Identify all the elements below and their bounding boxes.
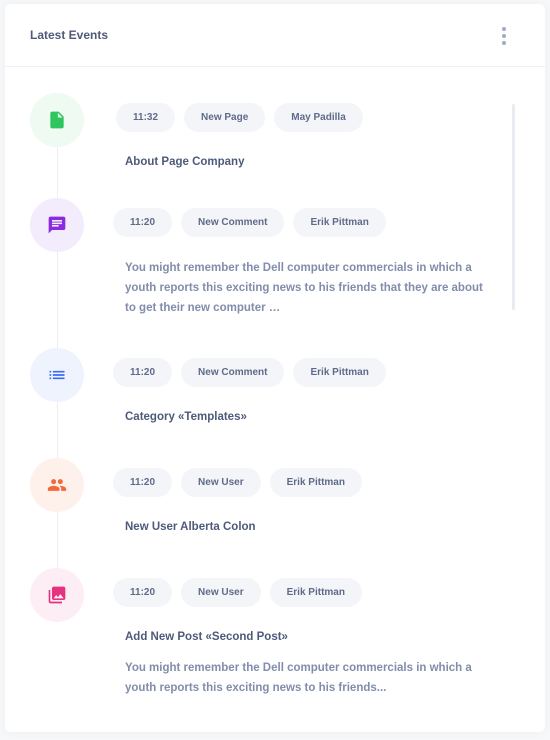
card-header: Latest Events <box>5 4 545 67</box>
event-type[interactable]: New User <box>181 578 261 607</box>
event-icon-badge <box>30 93 84 147</box>
event-title[interactable]: Category «Templates» <box>125 411 247 423</box>
comment-icon <box>48 216 66 234</box>
event-time: 11:20 <box>113 358 173 387</box>
latest-events-card: Latest Events 11:32 New Page May Padilla… <box>5 4 545 732</box>
event-user[interactable]: Erik Pittman <box>269 578 362 607</box>
event-time: 11:32 <box>116 103 176 132</box>
event-meta: 11:20 New User Erik Pittman <box>113 468 362 497</box>
event-time: 11:20 <box>113 468 173 497</box>
event-time: 11:20 <box>113 578 173 607</box>
event-icon-badge <box>30 348 84 402</box>
list-icon <box>49 370 65 380</box>
event-meta: 11:32 New Page May Padilla <box>116 103 363 132</box>
event-title[interactable]: About Page Company <box>125 156 244 168</box>
users-icon <box>47 479 67 491</box>
document-icon <box>50 111 64 129</box>
event-description: You might remember the Dell computer com… <box>125 662 472 694</box>
event-description: You might remember the Dell computer com… <box>125 262 483 314</box>
event-type[interactable]: New Comment <box>181 358 285 387</box>
event-type[interactable]: New User <box>181 468 261 497</box>
event-user[interactable]: Erik Pittman <box>293 358 386 387</box>
event-icon-badge <box>30 458 84 512</box>
scrollbar[interactable] <box>512 104 515 310</box>
event-type[interactable]: New Page <box>184 103 266 132</box>
event-meta: 11:20 New User Erik Pittman <box>113 578 362 607</box>
event-title[interactable]: Add New Post «Second Post» <box>125 631 288 643</box>
event-title[interactable]: New User Alberta Colon <box>125 521 256 533</box>
event-meta: 11:20 New Comment Erik Pittman <box>113 358 386 387</box>
event-type[interactable]: New Comment <box>181 208 285 237</box>
photo-library-icon <box>48 586 66 604</box>
card-title: Latest Events <box>30 28 109 42</box>
more-options-icon[interactable] <box>499 25 509 47</box>
event-icon-badge <box>30 198 84 252</box>
event-user[interactable]: Erik Pittman <box>293 208 386 237</box>
event-user[interactable]: May Padilla <box>274 103 363 132</box>
event-meta: 11:20 New Comment Erik Pittman <box>113 208 386 237</box>
event-icon-badge <box>30 568 84 622</box>
event-user[interactable]: Erik Pittman <box>269 468 362 497</box>
event-time: 11:20 <box>113 208 173 237</box>
